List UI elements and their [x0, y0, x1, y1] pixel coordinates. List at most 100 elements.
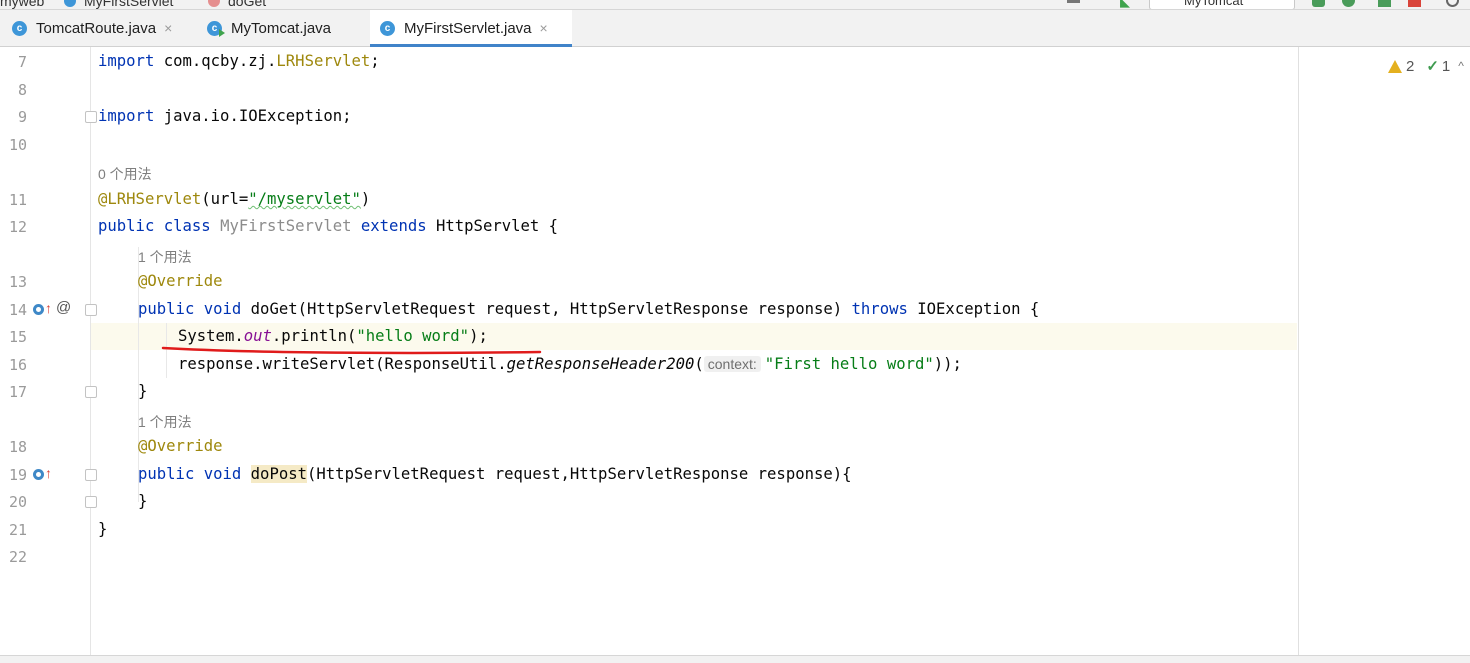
chevron-up-icon[interactable]: ^ [1458, 59, 1464, 73]
at-sign-icon[interactable]: @ [56, 299, 71, 316]
line-number: 17 [8, 383, 27, 401]
editor-tabs: c TomcatRoute.java × c MyTomcat.java c M… [0, 10, 1470, 47]
line-number: 12 [8, 218, 27, 236]
code-line[interactable]: } [98, 520, 107, 538]
tab-myfirstservlet[interactable]: c MyFirstServlet.java × [370, 10, 572, 47]
fold-marker[interactable] [85, 386, 97, 398]
close-icon[interactable]: × [540, 20, 548, 36]
code-text: com.qcby.zj. [154, 52, 277, 70]
code-line[interactable]: @Override [138, 437, 223, 455]
code-line[interactable]: public void doGet(HttpServletRequest req… [138, 300, 1039, 318]
breadcrumb-method[interactable]: doGet [228, 0, 266, 9]
search-icon[interactable] [1446, 0, 1459, 7]
usage-hint[interactable]: 0 个用法 [98, 164, 152, 184]
parameter-hint: context: [703, 356, 761, 372]
code-text: } [138, 492, 148, 510]
check-icon: ✓ [1426, 58, 1439, 75]
line-number: 8 [17, 81, 27, 99]
line-number: 9 [17, 108, 27, 126]
line-number: 18 [8, 438, 27, 456]
debug-icon[interactable] [1342, 0, 1355, 7]
class-icon: c [12, 20, 27, 36]
code-text: .println( [271, 327, 357, 345]
code-text: } [138, 382, 148, 400]
code-line[interactable]: } [138, 492, 147, 510]
code-text: (HttpServletRequest request,HttpServletR… [307, 465, 852, 483]
stop-icon[interactable] [1408, 0, 1421, 7]
code-text: doGet(HttpServletRequest request, HttpSe… [250, 300, 852, 318]
line-number: 15 [8, 328, 27, 346]
line-number: 21 [8, 521, 27, 539]
code-line[interactable]: import java.io.IOException; [98, 107, 352, 125]
usage-hint[interactable]: 1 个用法 [138, 247, 192, 267]
code-line[interactable]: import com.qcby.zj.LRHServlet; [98, 52, 380, 70]
keyword: import [98, 52, 155, 70]
line-number: 16 [8, 356, 27, 374]
code-line[interactable]: public void doPost(HttpServletRequest re… [138, 465, 852, 483]
breadcrumb-class[interactable]: MyFirstServlet [84, 0, 173, 9]
string-literal: "hello word" [356, 327, 470, 345]
class-name: MyFirstServlet [220, 217, 352, 235]
up-arrow-icon: ↑ [45, 465, 52, 481]
line-number: 20 [8, 493, 27, 511]
class-icon: c [380, 20, 395, 36]
tab-label: MyFirstServlet.java [404, 19, 532, 37]
code-text: System. [178, 327, 244, 345]
code-text: ); [469, 327, 488, 345]
run-icon[interactable] [1312, 0, 1325, 7]
coverage-icon[interactable] [1378, 0, 1391, 7]
hammer-icon[interactable]: ◣ [1120, 0, 1133, 9]
check-count: 1 [1441, 57, 1451, 75]
close-icon[interactable]: × [164, 20, 172, 36]
keyword: public void [138, 300, 251, 318]
fold-marker[interactable] [85, 304, 97, 316]
fold-marker[interactable] [85, 496, 97, 508]
fold-marker[interactable] [85, 111, 97, 123]
code-text: (url= [201, 190, 249, 208]
code-line[interactable]: response.writeServlet(ResponseUtil.getRe… [178, 355, 962, 373]
run-config-selector[interactable]: MyTomcat [1149, 0, 1295, 9]
code-text: response.writeServlet(ResponseUtil. [178, 355, 507, 373]
static-field: out [243, 327, 272, 345]
run-config-label: MyTomcat [1184, 0, 1244, 8]
breadcrumb-project[interactable]: myweb [0, 0, 44, 9]
overrides-method-icon[interactable] [33, 304, 44, 315]
navigation-bar: myweb MyFirstServlet doGet ◣ MyTomcat [0, 0, 1470, 10]
warning-icon [1388, 59, 1402, 73]
tab-label: TomcatRoute.java [36, 19, 157, 37]
up-arrow-icon: ↑ [45, 300, 52, 316]
string-literal: "First hello word" [764, 355, 934, 373]
code-line[interactable]: public class MyFirstServlet extends Http… [98, 217, 558, 235]
tab-tomcatroute[interactable]: c TomcatRoute.java × [12, 10, 192, 46]
line-number: 10 [8, 136, 27, 154]
code-line[interactable]: } [138, 382, 147, 400]
right-panel [1298, 47, 1470, 655]
code-text: HttpServlet { [436, 217, 559, 235]
class-icon [64, 0, 76, 7]
annotation: @LRHServlet [98, 190, 202, 208]
keyword: public void [138, 465, 251, 483]
build-icon[interactable] [1067, 0, 1080, 3]
fold-marker[interactable] [85, 469, 97, 481]
overrides-method-icon[interactable] [33, 469, 44, 480]
line-number: 22 [8, 548, 27, 566]
string-literal: "/myservlet" [248, 190, 361, 208]
static-method: getResponseHeader200 [506, 355, 695, 373]
tab-mytomcat[interactable]: c MyTomcat.java [207, 10, 367, 46]
line-number: 14 [8, 301, 27, 319]
code-line[interactable]: @LRHServlet(url="/myservlet") [98, 190, 370, 208]
keyword: extends [351, 217, 436, 235]
warning-count: 2 [1406, 57, 1415, 75]
method-name-highlight: doPost [250, 465, 308, 483]
code-text: ) [360, 190, 371, 208]
code-line-current[interactable]: System.out.println("hello word"); [178, 327, 488, 345]
code-text: ; [370, 52, 380, 70]
annotation: @Override [138, 437, 223, 455]
inspection-widget[interactable]: 2 ✓ 1 ^ [1388, 57, 1464, 75]
line-number: 7 [17, 53, 27, 71]
code-text: } [98, 520, 108, 538]
usage-hint[interactable]: 1 个用法 [138, 412, 192, 432]
code-line[interactable]: @Override [138, 272, 223, 290]
keyword: public class [98, 217, 221, 235]
keyword: throws [851, 300, 908, 318]
